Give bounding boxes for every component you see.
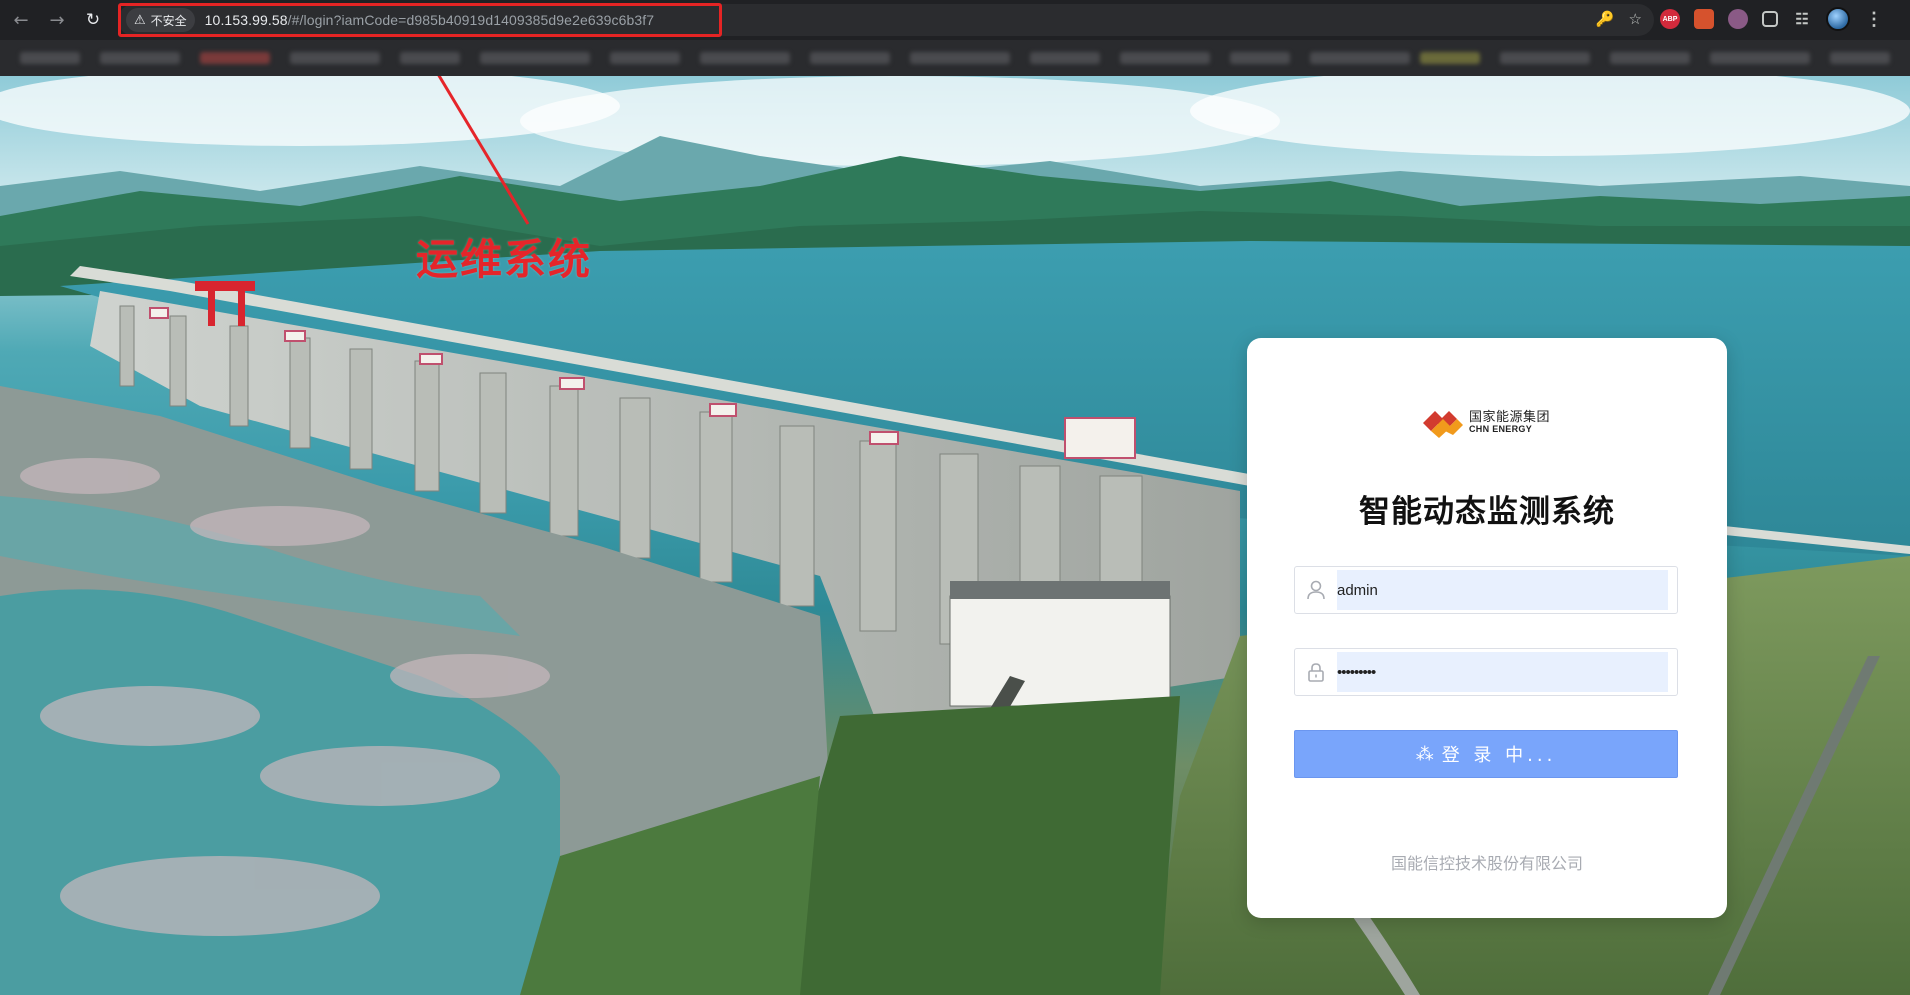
username-field[interactable] xyxy=(1294,566,1678,614)
company-logo: 国家能源集团 CHN ENERGY xyxy=(1423,408,1550,438)
bookmarks-bar xyxy=(0,40,1910,76)
bookmark-star-icon[interactable]: ☆ xyxy=(1629,10,1642,28)
annotation-highlight-box xyxy=(118,3,722,37)
shield-extension-icon[interactable] xyxy=(1694,9,1714,29)
profile-avatar[interactable] xyxy=(1826,7,1850,31)
username-input[interactable] xyxy=(1337,570,1668,610)
login-button-label: 登 录 中... xyxy=(1441,745,1557,766)
login-button[interactable]: ⁂ 登 录 中... xyxy=(1294,730,1678,778)
key-icon[interactable]: 🔑 xyxy=(1596,10,1615,28)
box-extension-icon[interactable] xyxy=(1762,11,1778,27)
user-icon xyxy=(1307,580,1325,600)
lock-icon xyxy=(1308,663,1324,682)
pink-extension-icon[interactable] xyxy=(1728,9,1748,29)
password-input[interactable]: ••••••••• xyxy=(1337,652,1668,692)
forward-icon[interactable]: → xyxy=(42,5,72,35)
extensions-puzzle-icon[interactable]: ☷ xyxy=(1792,9,1812,29)
login-page: 运维系统 国家能源集团 CHN ENERGY 智能动态监测系统 admin ••… xyxy=(0,76,1910,995)
annotation-label: 运维系统 xyxy=(416,235,593,284)
login-card: 国家能源集团 CHN ENERGY 智能动态监测系统 ••••••••• ⁂ 登… xyxy=(1247,338,1727,918)
company-footer: 国能信控技术股份有限公司 xyxy=(1390,854,1583,873)
menu-dots-icon[interactable]: ⋮ xyxy=(1864,9,1884,29)
system-title: 智能动态监测系统 xyxy=(1359,494,1615,530)
logo-en-text: CHN ENERGY xyxy=(1469,424,1533,435)
loading-spinner-icon: ⁂ xyxy=(1415,743,1434,765)
logo-cn-text: 国家能源集团 xyxy=(1469,410,1551,426)
chn-energy-logo-icon xyxy=(1423,411,1463,438)
reload-icon[interactable]: ↻ xyxy=(78,5,108,35)
password-field[interactable]: ••••••••• xyxy=(1294,648,1678,696)
adblock-extension-icon[interactable]: ABP xyxy=(1660,9,1680,29)
back-icon[interactable]: ← xyxy=(6,5,36,35)
browser-toolbar: ← → ↻ ⚠ 不安全 10.153.99.58/#/login?iamCode… xyxy=(0,0,1910,40)
